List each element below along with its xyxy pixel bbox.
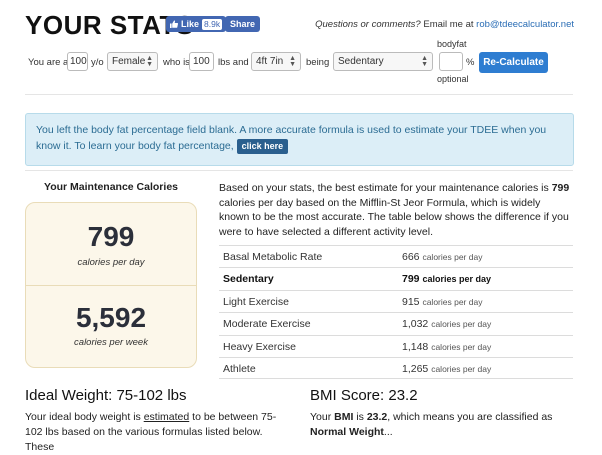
activity-table-row: Sedentary 799 calories per day bbox=[219, 267, 573, 290]
like-count: 8.9k bbox=[202, 18, 223, 30]
activity-level-label: Basal Metabolic Rate bbox=[223, 251, 323, 263]
thumbs-up-icon bbox=[170, 20, 179, 28]
activity-table-row: Moderate Exercise 1,032 calories per day bbox=[219, 312, 573, 334]
facebook-like-button[interactable]: Like 8.9k bbox=[166, 16, 227, 32]
activity-calories-cell: 799 calories per day bbox=[402, 273, 491, 285]
activity-calories-value: 1,032 bbox=[402, 318, 429, 331]
activity-table-row: Athlete 1,265 calories per day bbox=[219, 356, 573, 380]
estimated-link[interactable]: estimated bbox=[144, 411, 190, 423]
activity-calories-value: 666 bbox=[402, 251, 420, 263]
activity-calories-value: 799 bbox=[402, 273, 420, 286]
select-arrows-icon: ▲ ▼ bbox=[289, 54, 296, 68]
optional-label: optional bbox=[437, 74, 469, 84]
bodyfat-input[interactable] bbox=[439, 52, 463, 71]
form-divider bbox=[25, 94, 573, 95]
weight-unit-label: lbs and bbox=[218, 57, 249, 68]
alert-text: You left the body fat percentage field b… bbox=[36, 124, 547, 152]
activity-level-label: Light Exercise bbox=[223, 295, 289, 308]
activity-table-row: Light Exercise 915 calories per day bbox=[219, 289, 573, 312]
description-text-2: calories per day based on the Mifflin-St… bbox=[219, 196, 569, 239]
bmi-ellipsis: ... bbox=[383, 426, 393, 438]
activity-level-label: Sedentary bbox=[223, 273, 274, 286]
weekly-calories-value: 5,592 bbox=[75, 302, 147, 333]
bmi-text-1: Your bbox=[310, 411, 332, 423]
height-select[interactable]: 4ft 7in ▲ ▼ bbox=[251, 52, 301, 71]
section-divider bbox=[25, 170, 573, 171]
contact-line: Questions or comments? Email me at rob@t… bbox=[315, 19, 574, 30]
bmi-value: 23.2 bbox=[366, 411, 388, 423]
bmi-term: BMI bbox=[334, 411, 354, 423]
bodyfat-unit-label: % bbox=[466, 57, 475, 68]
maintenance-heading: Your Maintenance Calories bbox=[43, 181, 178, 193]
you-are-a-label: You are a bbox=[28, 57, 69, 68]
activity-calories-unit: calories per day bbox=[431, 341, 492, 352]
facebook-share-button[interactable]: Share bbox=[225, 16, 261, 32]
bmi-text-3: , which means you are classified as bbox=[387, 411, 553, 423]
description-calories: 799 bbox=[551, 182, 570, 194]
bmi-text-2: is bbox=[356, 411, 364, 423]
activity-calories-unit: calories per day bbox=[431, 363, 492, 374]
being-label: being bbox=[306, 57, 330, 68]
daily-calories-label: calories per day bbox=[77, 257, 145, 268]
contact-email-link[interactable]: rob@tdeecalculator.net bbox=[476, 19, 574, 30]
weight-input[interactable]: 100 bbox=[189, 52, 214, 71]
ideal-weight-text: Your ideal body weight is estimated to b… bbox=[25, 410, 293, 455]
activity-table-row: Heavy Exercise 1,148 calories per day bbox=[219, 334, 573, 357]
contact-question: Questions or comments? bbox=[315, 19, 421, 30]
contact-text: Email me at bbox=[423, 19, 474, 30]
activity-table-row: Basal Metabolic Rate 666 calories per day bbox=[219, 245, 573, 267]
activity-calories-cell: 1,148 calories per day bbox=[402, 341, 491, 353]
activity-calories-unit: calories per day bbox=[422, 252, 483, 262]
age-input[interactable]: 100 bbox=[67, 52, 88, 71]
who-is-label: who is bbox=[163, 57, 190, 68]
activity-level-label: Heavy Exercise bbox=[223, 340, 296, 353]
height-value: 4ft 7in bbox=[256, 56, 284, 67]
bodyfat-alert: You left the body fat percentage field b… bbox=[25, 113, 574, 166]
select-arrows-icon: ▲ ▼ bbox=[421, 54, 428, 68]
ideal-weight-heading: Ideal Weight: 75-102 lbs bbox=[25, 387, 187, 404]
click-here-button[interactable]: click here bbox=[236, 138, 289, 154]
recalculate-button[interactable]: Re-Calculate bbox=[479, 52, 548, 73]
activity-level-label: Moderate Exercise bbox=[223, 318, 311, 331]
activity-calories-cell: 915 calories per day bbox=[402, 296, 482, 308]
gender-value: Female bbox=[112, 56, 146, 67]
activity-select[interactable]: Sedentary ▲ ▼ bbox=[333, 52, 433, 71]
activity-value: Sedentary bbox=[338, 56, 384, 67]
activity-calories-cell: 1,265 calories per day bbox=[402, 363, 491, 375]
bmi-text: Your BMI is 23.2, which means you are cl… bbox=[310, 410, 572, 440]
activity-calories-cell: 1,032 calories per day bbox=[402, 318, 491, 330]
gender-select[interactable]: Female ▲ ▼ bbox=[107, 52, 158, 71]
like-label: Like bbox=[181, 19, 200, 29]
activity-calories-value: 1,148 bbox=[402, 340, 429, 353]
activity-level-label: Athlete bbox=[223, 362, 256, 375]
activity-calories-value: 1,265 bbox=[402, 362, 429, 375]
bodyfat-label: bodyfat bbox=[437, 39, 467, 49]
activity-calories-unit: calories per day bbox=[431, 319, 492, 330]
weekly-calories-label: calories per week bbox=[74, 337, 148, 348]
maintenance-description: Based on your stats, the best estimate f… bbox=[219, 181, 573, 240]
activity-calories-unit: calories per day bbox=[422, 274, 491, 285]
description-text-1: Based on your stats, the best estimate f… bbox=[219, 182, 549, 194]
activity-table: Basal Metabolic Rate 666 calories per day… bbox=[219, 245, 573, 380]
activity-calories-value: 915 bbox=[402, 295, 420, 308]
bmi-classification: Normal Weight bbox=[310, 426, 384, 438]
activity-calories-cell: 666 calories per day bbox=[402, 251, 482, 263]
select-arrows-icon: ▲ ▼ bbox=[146, 54, 153, 68]
daily-calories-value: 799 bbox=[87, 221, 135, 252]
age-unit-label: y/o bbox=[91, 57, 104, 68]
activity-calories-unit: calories per day bbox=[422, 296, 483, 307]
ideal-weight-text-1: Your ideal body weight is bbox=[25, 411, 141, 423]
card-divider bbox=[25, 285, 197, 286]
bmi-heading: BMI Score: 23.2 bbox=[310, 387, 418, 404]
